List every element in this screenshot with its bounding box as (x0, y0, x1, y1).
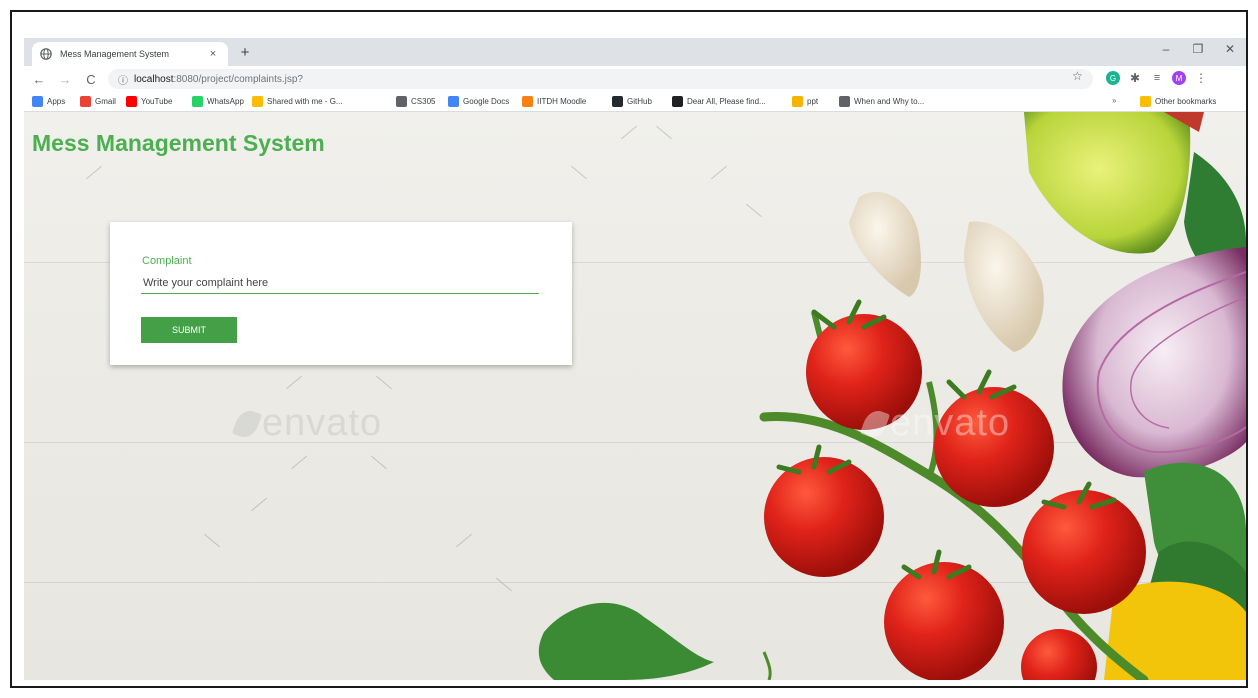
other-bookmarks[interactable]: Other bookmarks (1140, 96, 1216, 107)
profile-avatar[interactable]: M (1172, 71, 1186, 85)
document-icon (672, 96, 683, 107)
tab-close-icon[interactable]: × (206, 48, 220, 60)
browser-window: Mess Management System × + – ❐ ✕ ← → C ⓘ… (24, 38, 1246, 680)
bookmark-item[interactable]: When and Why to... (839, 96, 924, 107)
bookmark-item[interactable]: IITDH Moodle (522, 96, 586, 107)
whatsapp-icon (192, 96, 203, 107)
vegetables-background-image (538, 112, 1246, 680)
url-host: localhost (134, 73, 174, 85)
envato-watermark: envato (231, 402, 382, 445)
bookmark-item[interactable]: YouTube (126, 96, 172, 107)
bookmark-label: GitHub (627, 97, 652, 106)
bookmark-star-icon[interactable]: ☆ (1072, 69, 1083, 83)
bookmark-label: Shared with me - G... (267, 97, 343, 106)
slides-icon (792, 96, 803, 107)
bookmark-item[interactable]: Shared with me - G... (252, 96, 343, 107)
bookmark-item[interactable]: ppt (792, 96, 818, 107)
bookmark-label: Dear All, Please find... (687, 97, 766, 106)
bookmarks-overflow[interactable]: » (1112, 96, 1116, 105)
site-title: Mess Management System (32, 130, 325, 156)
complaint-label: Complaint (142, 255, 192, 267)
complaint-input[interactable] (141, 272, 539, 294)
bookmark-item[interactable]: Gmail (80, 96, 116, 107)
forward-button[interactable]: → (54, 72, 76, 87)
site-info-icon[interactable]: ⓘ (118, 72, 128, 87)
reload-button[interactable]: C (80, 72, 102, 87)
bookmark-item[interactable]: GitHub (612, 96, 652, 107)
bookmark-label: Apps (47, 97, 66, 106)
envato-watermark-right: envato (859, 402, 1010, 445)
back-button[interactable]: ← (28, 72, 50, 87)
bookmark-label: YouTube (141, 97, 173, 106)
bookmark-label: IITDH Moodle (537, 97, 587, 106)
globe-icon (396, 96, 407, 107)
page-content: envato envato Mess Management System Com… (24, 112, 1246, 680)
bookmark-item[interactable]: CS305 (396, 96, 435, 107)
bookmark-label: CS305 (411, 97, 436, 106)
github-icon (612, 96, 623, 107)
bookmarks-bar: » Other bookmarks Apps Gmail YouTube WhatsA… (24, 92, 1246, 112)
google-drive-icon (252, 96, 263, 107)
bookmark-label: WhatsApp (207, 97, 244, 106)
tab-strip: Mess Management System × + – ❐ ✕ (24, 38, 1246, 66)
bookmark-label: When and Why to... (854, 97, 925, 106)
bookmark-label: Gmail (95, 97, 116, 106)
address-bar[interactable]: ⓘ localhost:8080/project/complaints.jsp? (108, 69, 1093, 89)
folder-icon (1140, 96, 1151, 107)
globe-icon (40, 48, 52, 60)
moodle-icon (522, 96, 533, 107)
url-path: :8080/project/complaints.jsp? (173, 73, 303, 85)
google-docs-icon (448, 96, 459, 107)
tab-title: Mess Management System (60, 49, 170, 59)
new-tab-button[interactable]: + (236, 44, 254, 62)
bookmark-item[interactable]: Apps (32, 96, 65, 107)
browser-tab[interactable]: Mess Management System × (32, 42, 228, 66)
browser-toolbar: ← → C ⓘ localhost:8080/project/complaint… (24, 66, 1246, 92)
window-close-button[interactable]: ✕ (1220, 42, 1240, 56)
envato-leaf-icon (231, 407, 263, 441)
maximize-button[interactable]: ❐ (1188, 42, 1208, 56)
complaint-form: Complaint SUBMIT (110, 222, 572, 365)
grammarly-extension-icon[interactable]: G (1106, 71, 1120, 85)
bookmark-label: Google Docs (463, 97, 510, 106)
menu-kebab-icon[interactable]: ⋮ (1194, 71, 1208, 85)
bookmark-item[interactable]: WhatsApp (192, 96, 244, 107)
reading-list-icon[interactable]: ≡ (1150, 71, 1164, 85)
extensions-puzzle-icon[interactable]: ✱ (1128, 71, 1142, 85)
apps-grid-icon (32, 96, 43, 107)
bookmark-label: ppt (807, 97, 819, 106)
bookmark-item[interactable]: Google Docs (448, 96, 509, 107)
gmail-icon (80, 96, 91, 107)
screenshot-frame: Mess Management System × + – ❐ ✕ ← → C ⓘ… (10, 10, 1248, 688)
envato-leaf-icon (859, 407, 891, 441)
minimize-button[interactable]: – (1156, 42, 1176, 56)
youtube-icon (126, 96, 137, 107)
other-bookmarks-label: Other bookmarks (1155, 97, 1217, 106)
person-icon (839, 96, 850, 107)
submit-button[interactable]: SUBMIT (141, 317, 237, 343)
bookmark-item[interactable]: Dear All, Please find... (672, 96, 766, 107)
